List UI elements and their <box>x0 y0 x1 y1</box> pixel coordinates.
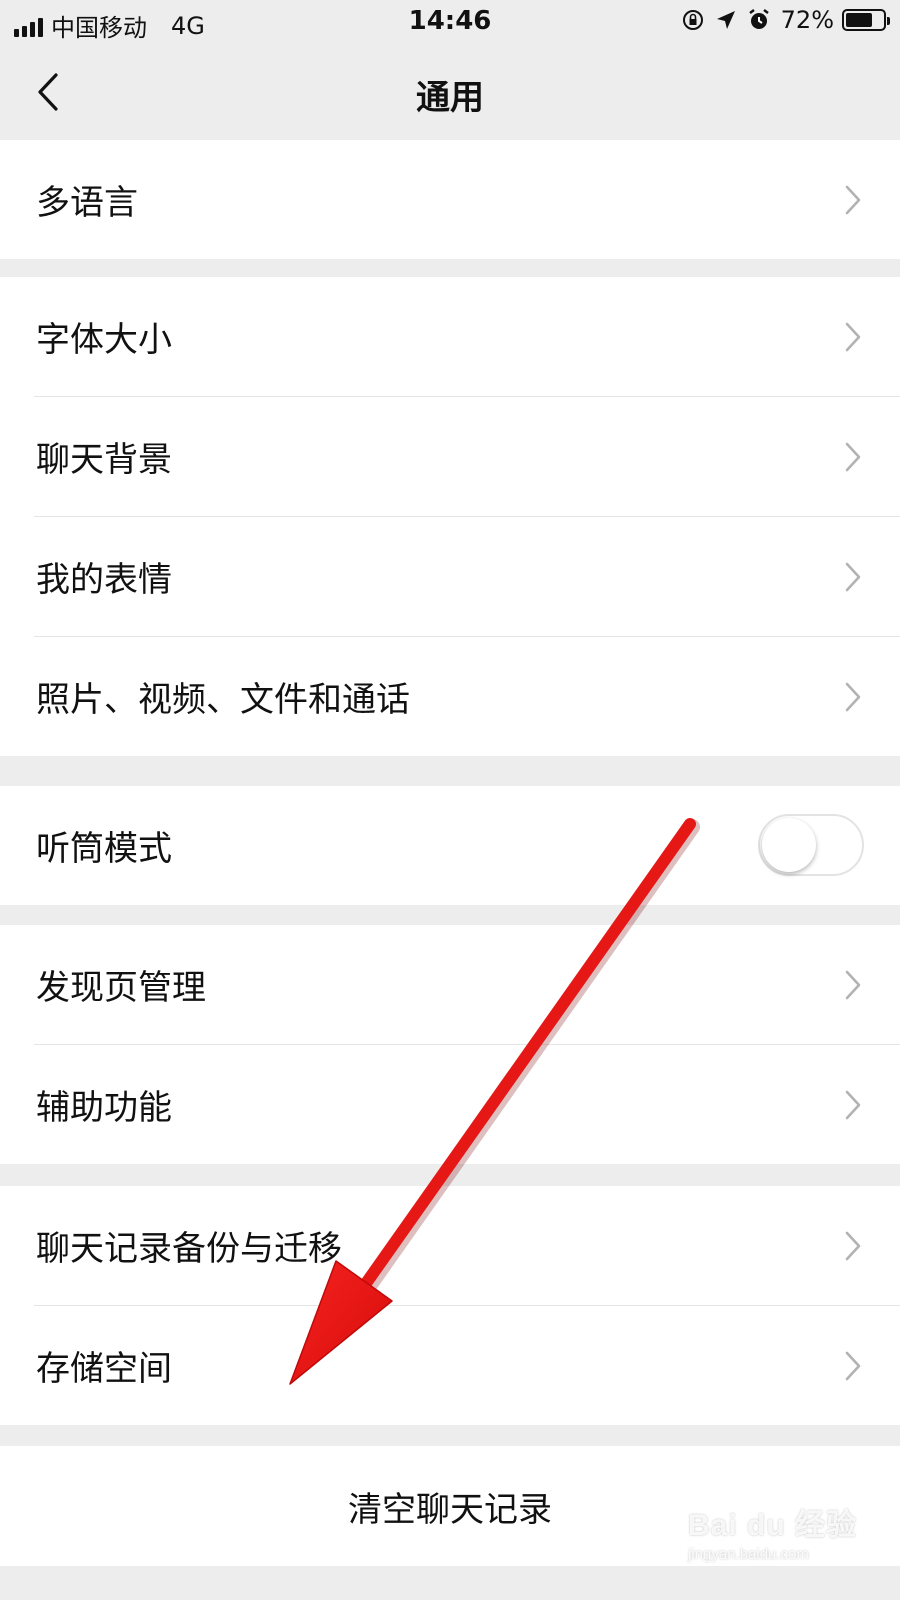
settings-group-display: 字体大小 聊天背景 我的表情 照片、视频、文件和通话 <box>0 277 900 756</box>
rotation-lock-icon <box>681 8 705 32</box>
chevron-right-icon <box>845 970 861 1000</box>
cell-language[interactable]: 多语言 <box>0 140 900 259</box>
cell-my-stickers[interactable]: 我的表情 <box>0 517 900 636</box>
toggle-knob <box>762 818 816 872</box>
navigation-bar: 通用 <box>0 44 900 140</box>
battery-cap <box>887 17 890 25</box>
chevron-right-icon <box>845 322 861 352</box>
cell-label: 字体大小 <box>36 320 172 360</box>
chevron-right-icon <box>845 185 861 215</box>
settings-group-storage: 聊天记录备份与迁移 存储空间 <box>0 1186 900 1425</box>
status-bar: 中国移动 4G 14:46 72% <box>0 0 900 44</box>
cell-label: 发现页管理 <box>36 968 206 1008</box>
cell-earpiece-mode: 听筒模式 <box>0 786 900 905</box>
settings-group-features: 发现页管理 辅助功能 <box>0 925 900 1164</box>
cell-label: 多语言 <box>36 183 138 223</box>
chevron-right-icon <box>845 442 861 472</box>
earpiece-mode-toggle[interactable] <box>758 814 864 876</box>
chevron-right-icon <box>845 682 861 712</box>
cell-storage[interactable]: 存储空间 <box>0 1306 900 1425</box>
cell-font-size[interactable]: 字体大小 <box>0 277 900 396</box>
chevron-right-icon <box>845 1090 861 1120</box>
battery-percent: 72% <box>780 6 834 34</box>
cell-photos-videos-files[interactable]: 照片、视频、文件和通话 <box>0 637 900 756</box>
watermark-url: jingyan.baidu.com <box>688 1546 809 1563</box>
chevron-right-icon <box>845 1231 861 1261</box>
settings-group-language: 多语言 <box>0 140 900 259</box>
cell-accessibility[interactable]: 辅助功能 <box>0 1045 900 1164</box>
settings-group-earpiece: 听筒模式 <box>0 786 900 905</box>
watermark-logo: Bai du 经验 <box>688 1509 858 1542</box>
status-right: 72% <box>681 6 890 34</box>
location-arrow-icon <box>715 9 737 31</box>
alarm-icon <box>747 8 771 32</box>
cell-label: 聊天背景 <box>36 440 172 480</box>
cell-chat-backup[interactable]: 聊天记录备份与迁移 <box>0 1186 900 1305</box>
cell-label: 我的表情 <box>36 560 172 600</box>
baidu-jingyan-watermark: Bai du 经验 jingyan.baidu.com <box>688 1500 868 1572</box>
cell-label: 存储空间 <box>36 1349 172 1389</box>
cell-chat-background[interactable]: 聊天背景 <box>0 397 900 516</box>
battery-icon <box>842 9 890 31</box>
cell-label: 辅助功能 <box>36 1088 172 1128</box>
chevron-right-icon <box>845 1351 861 1381</box>
cell-discover-management[interactable]: 发现页管理 <box>0 925 900 1044</box>
cell-label: 照片、视频、文件和通话 <box>36 680 410 720</box>
cell-label: 听筒模式 <box>36 829 172 869</box>
page-title: 通用 <box>416 78 484 118</box>
chevron-right-icon <box>845 562 861 592</box>
battery-level <box>846 13 872 27</box>
cell-label: 聊天记录备份与迁移 <box>36 1229 342 1269</box>
